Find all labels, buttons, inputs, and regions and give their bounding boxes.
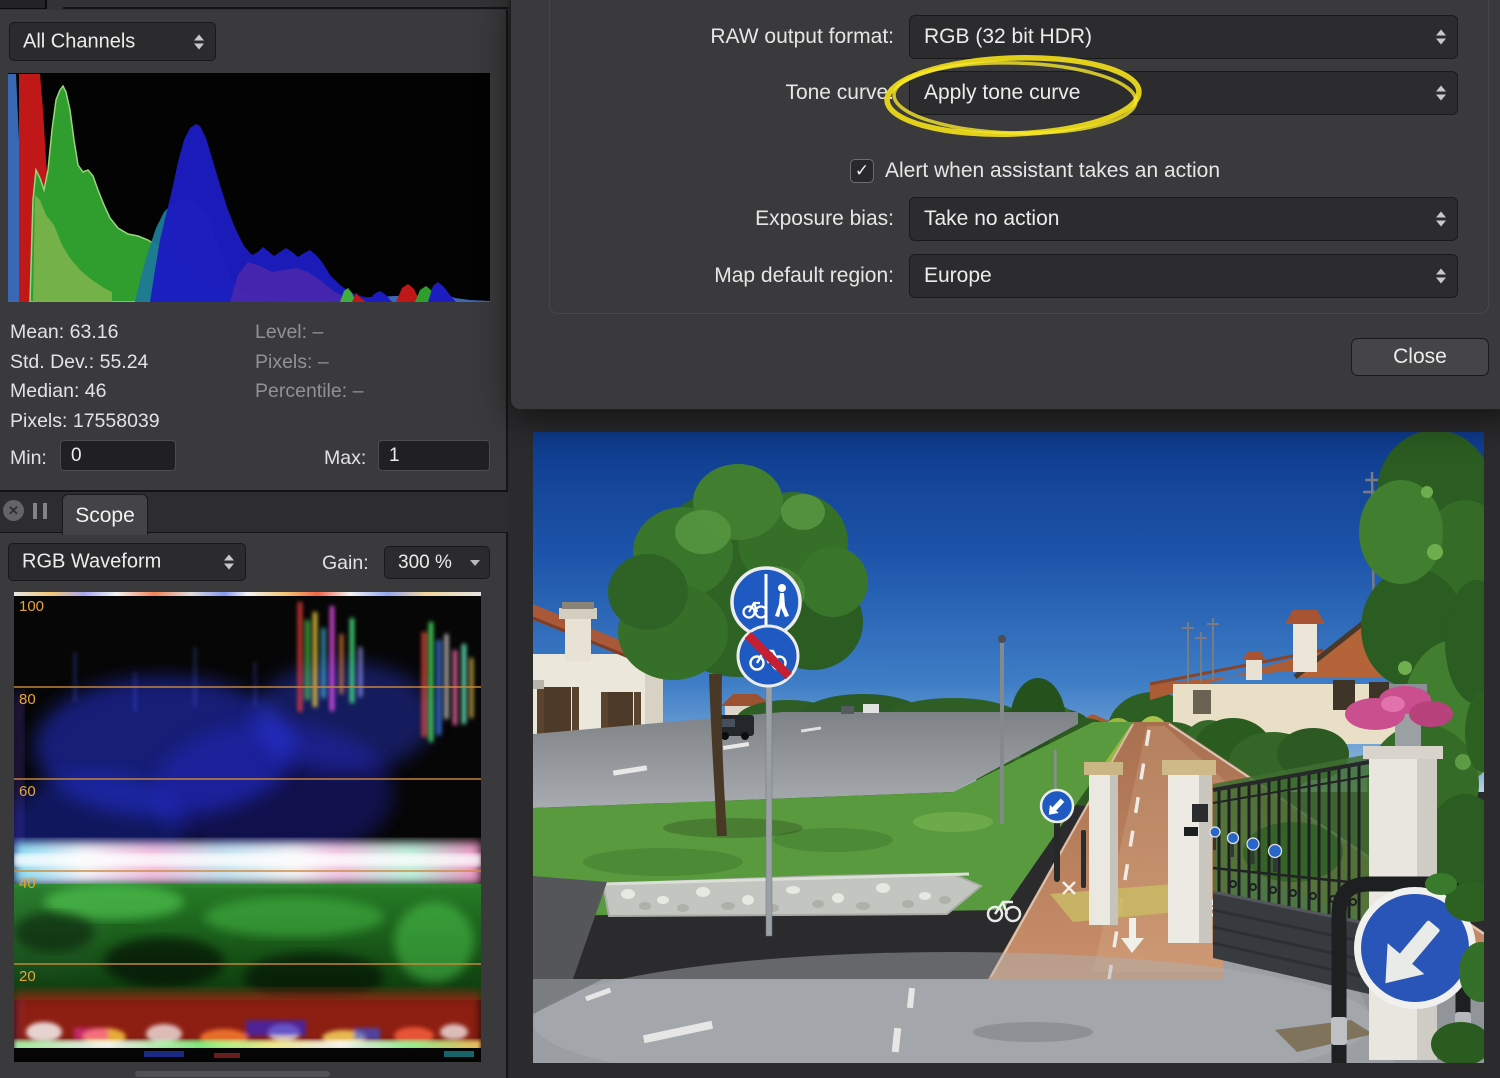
gain-value: 300 %	[398, 551, 452, 573]
raw-output-format-label: RAW output format:	[710, 25, 894, 48]
histogram-channel-value: All Channels	[23, 30, 136, 52]
exposure-bias-select[interactable]: Take no action	[909, 197, 1458, 241]
waveform-scope[interactable]: 100 80 60 40 20	[14, 592, 481, 1062]
tone-curve-select[interactable]: Apply tone curve	[909, 71, 1458, 115]
gain-select[interactable]: 300 %	[384, 546, 490, 579]
svg-text:100: 100	[19, 598, 44, 615]
panel-tab-fragment[interactable]	[0, 0, 47, 9]
svg-text:60: 60	[19, 783, 36, 800]
min-label: Min:	[10, 447, 47, 469]
exposure-bias-label: Exposure bias:	[755, 207, 894, 230]
raw-output-format-select[interactable]: RGB (32 bit HDR)	[909, 15, 1458, 59]
chevron-down-icon	[470, 559, 480, 566]
max-label: Max:	[324, 447, 367, 469]
tab-scope[interactable]: Scope	[62, 494, 148, 535]
map-default-region-select[interactable]: Europe	[909, 254, 1458, 298]
no-bikes-sign	[736, 624, 800, 688]
stepper-icon	[1436, 268, 1446, 284]
pause-icon[interactable]	[33, 503, 47, 519]
histogram-chart[interactable]	[8, 73, 490, 302]
tone-curve-label: Tone curve:	[785, 81, 894, 104]
assistant-alert-checkbox[interactable]: ✓	[850, 159, 874, 183]
scope-mode-select[interactable]: RGB Waveform	[8, 543, 246, 581]
stepper-icon	[1436, 29, 1446, 45]
svg-text:20: 20	[19, 968, 36, 985]
map-default-region-label: Map default region:	[714, 264, 894, 287]
gain-label: Gain:	[322, 552, 369, 574]
app-window: All Channels Mean: 63.16 Std. Dev.: 55.2…	[0, 0, 1500, 1078]
stepper-icon	[1436, 211, 1446, 227]
stepper-icon	[194, 34, 204, 49]
assistant-alert-label: Alert when assistant takes an action	[885, 159, 1221, 182]
scope-panel-header: ✕ Scope	[0, 490, 508, 535]
stepper-icon	[224, 554, 234, 570]
min-input[interactable]	[60, 440, 176, 471]
studio-left-panel: All Channels Mean: 63.16 Std. Dev.: 55.2…	[0, 0, 508, 1078]
histogram-stats-secondary: Level: – Pixels: – Percentile: –	[255, 321, 364, 402]
svg-text:80: 80	[19, 691, 36, 708]
panel-tabstrip	[0, 0, 508, 10]
assistant-preferences-dialog: RAW output format: RGB (32 bit HDR) Tone…	[510, 0, 1500, 410]
photo-canvas[interactable]	[533, 432, 1484, 1063]
max-input[interactable]	[378, 440, 490, 471]
svg-text:40: 40	[19, 875, 36, 892]
horizontal-scrollbar-thumb[interactable]	[135, 1071, 330, 1077]
close-icon[interactable]: ✕	[3, 500, 24, 521]
histogram-channel-select[interactable]: All Channels	[9, 22, 216, 61]
histogram-stats-primary: Mean: 63.16 Std. Dev.: 55.24 Median: 46 …	[10, 321, 160, 432]
close-button[interactable]: Close	[1351, 338, 1489, 376]
stepper-icon	[1436, 85, 1446, 101]
scope-mode-value: RGB Waveform	[22, 550, 162, 573]
